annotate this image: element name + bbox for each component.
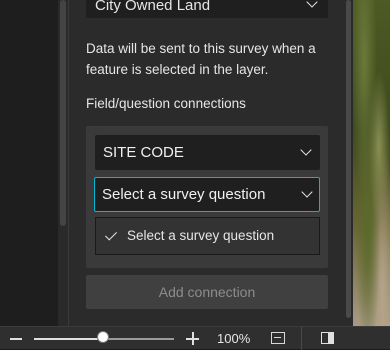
zoom-slider-thumb[interactable] xyxy=(97,331,109,343)
fit-to-window-icon[interactable] xyxy=(271,332,285,344)
dropdown-option-label: Select a survey question xyxy=(127,228,275,243)
dropdown-option[interactable]: Select a survey question xyxy=(96,218,319,254)
chevron-down-icon xyxy=(300,144,312,156)
connections-label: Field/question connections xyxy=(86,96,246,111)
status-divider xyxy=(301,327,302,350)
layer-select[interactable]: City Owned Land xyxy=(86,0,328,18)
field-select-value: SITE CODE xyxy=(103,144,184,161)
zoom-slider-fill xyxy=(34,338,104,340)
question-dropdown-menu: Select a survey question xyxy=(95,217,320,255)
toggle-panel-icon[interactable] xyxy=(321,332,334,344)
map-background-image xyxy=(353,0,390,326)
status-bar: 100% xyxy=(0,326,390,350)
chevron-down-icon xyxy=(301,186,313,198)
checkmark-icon xyxy=(104,228,118,241)
panel-scrollbar-thumb[interactable] xyxy=(346,0,351,318)
chevron-down-icon xyxy=(306,0,318,8)
zoom-level: 100% xyxy=(217,331,251,346)
add-connection-button[interactable]: Add connection xyxy=(86,275,328,309)
left-scrollbar-thumb[interactable] xyxy=(60,0,66,226)
zoom-out-icon[interactable] xyxy=(10,338,22,340)
field-select[interactable]: SITE CODE xyxy=(95,135,320,170)
survey-description: Data will be sent to this survey when a … xyxy=(86,41,316,77)
layer-select-value: City Owned Land xyxy=(95,0,211,14)
question-select[interactable]: Select a survey question xyxy=(94,177,320,212)
zoom-in-icon[interactable] xyxy=(186,332,199,345)
question-select-value: Select a survey question xyxy=(102,186,266,203)
left-canvas xyxy=(0,0,58,326)
